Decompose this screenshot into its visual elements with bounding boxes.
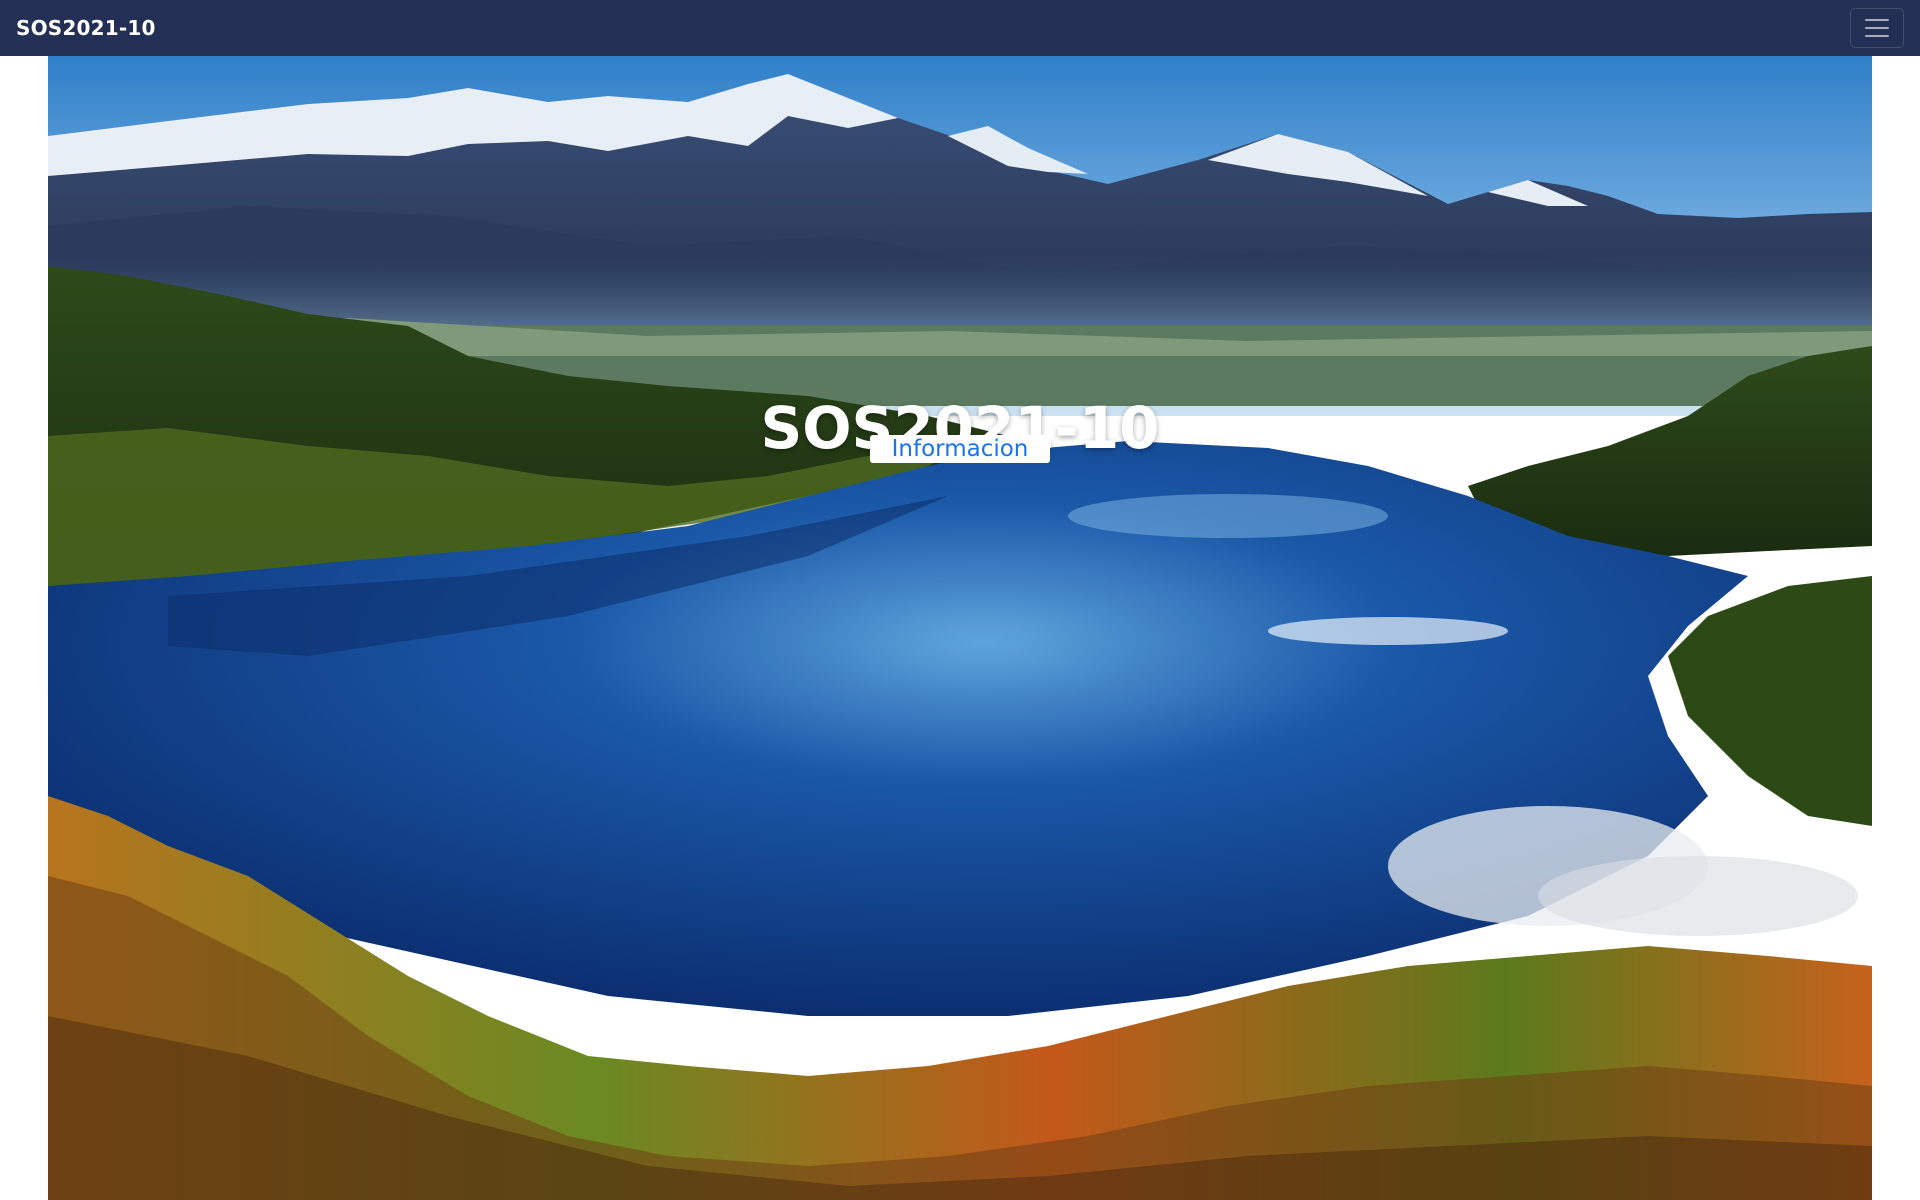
informacion-button[interactable]: Informacion — [870, 435, 1050, 463]
landscape-background-image — [48, 56, 1872, 1200]
navbar-brand[interactable]: SOS2021-10 — [16, 16, 156, 40]
top-navbar: SOS2021-10 — [0, 0, 1920, 56]
hamburger-menu-icon — [1865, 19, 1889, 37]
hero-banner: SOS2021-10 Informacion — [48, 56, 1872, 1200]
navbar-toggler-button[interactable] — [1850, 8, 1904, 48]
